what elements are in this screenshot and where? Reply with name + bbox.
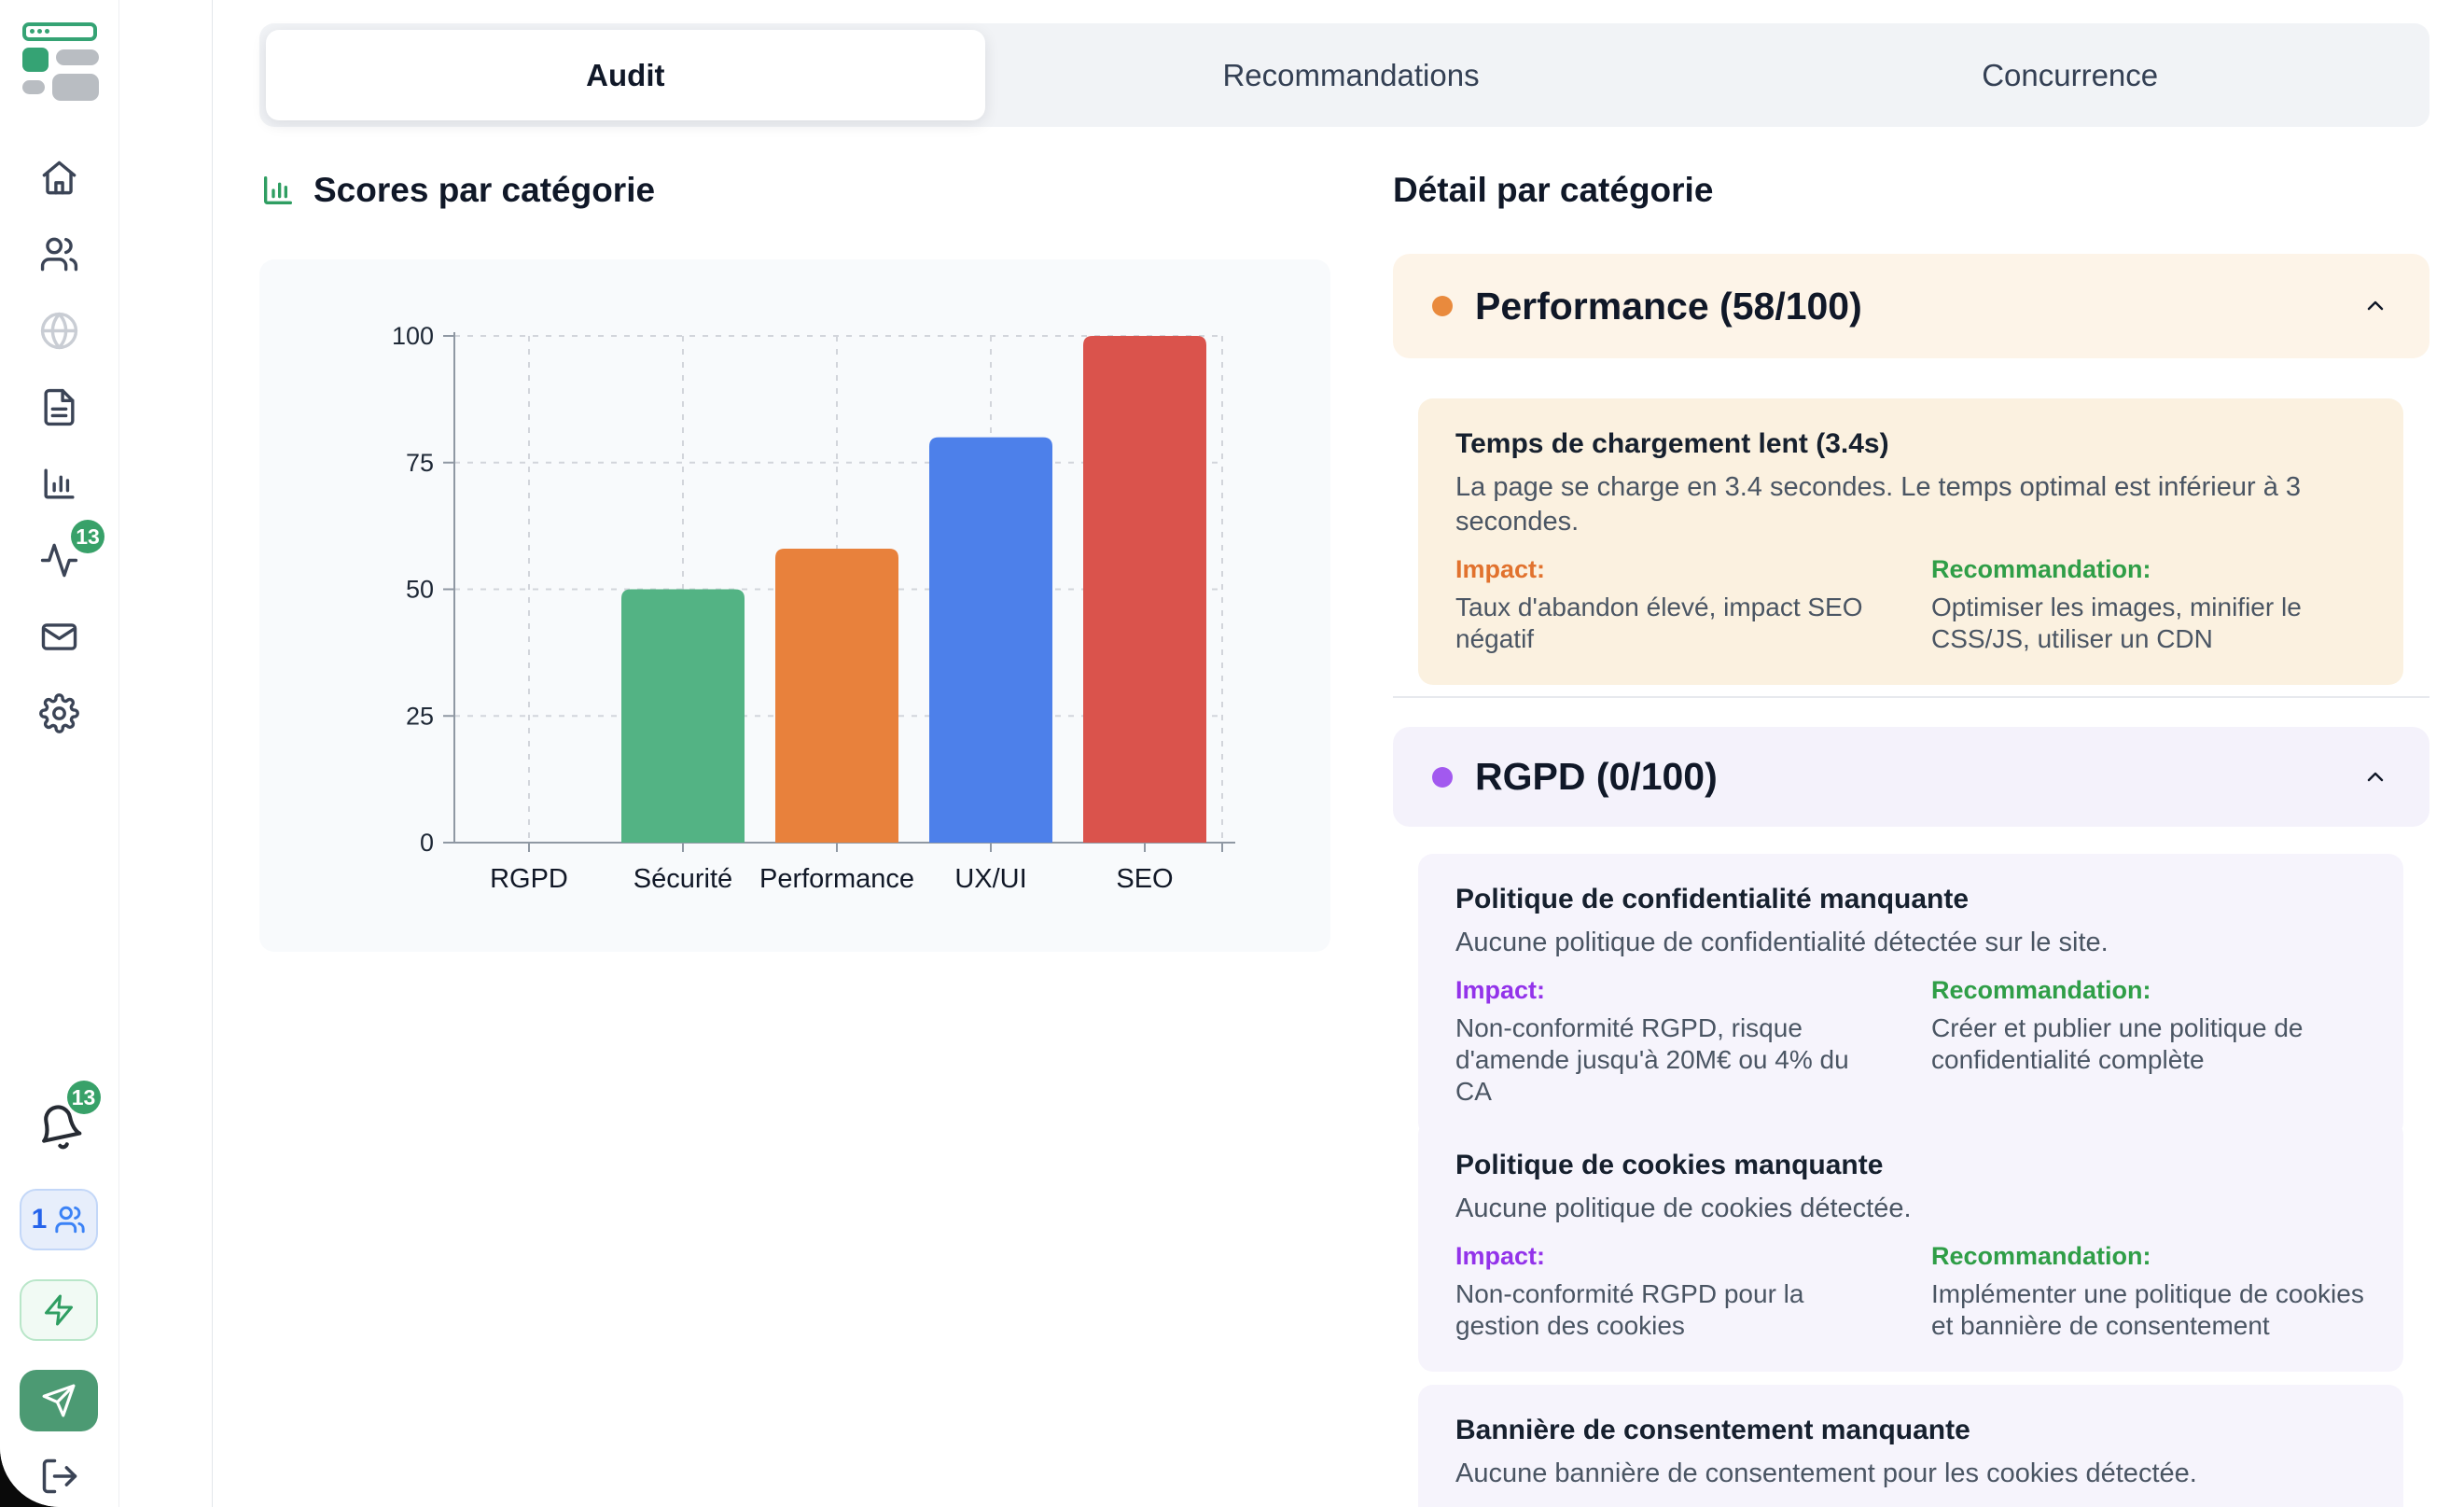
send-button[interactable] <box>20 1370 98 1431</box>
issue-card-consent-banner: Bannière de consentement manquante Aucun… <box>1418 1385 2403 1507</box>
svg-text:Performance: Performance <box>759 864 914 894</box>
performance-dot <box>1432 296 1453 316</box>
logo-green-tile <box>22 48 49 72</box>
issue-description: Aucune politique de confidentialité déte… <box>1455 926 2366 960</box>
rgpd-title: RGPD (0/100) <box>1475 755 2360 799</box>
sidebar-item-home[interactable] <box>39 158 79 198</box>
sidebar: 13 13 1 <box>0 0 213 1507</box>
rgpd-dot <box>1432 767 1453 788</box>
detail-panel: Performance (58/100) Temps de chargement… <box>1393 0 2429 1507</box>
issue-title: Politique de confidentialité manquante <box>1455 882 2366 916</box>
logo-gray-bar <box>56 49 99 65</box>
recommendation-label: Recommandation: <box>1931 1241 2366 1272</box>
sidebar-item-settings[interactable] <box>39 693 79 733</box>
document-icon <box>39 387 79 427</box>
scores-section-title: Scores par catégorie <box>259 171 655 210</box>
impact-text: Non-conformité RGPD, risque d'amende jus… <box>1455 1012 1890 1108</box>
chevron-up-icon <box>2360 291 2390 321</box>
impact-label: Impact: <box>1455 554 1890 585</box>
tab-audit[interactable]: Audit <box>266 30 985 120</box>
scores-title-text: Scores par catégorie <box>313 171 655 210</box>
svg-text:UX/UI: UX/UI <box>954 864 1026 894</box>
logo-dot <box>45 29 49 34</box>
svg-text:0: 0 <box>420 829 434 857</box>
home-icon <box>39 158 79 198</box>
scores-chart-card: 0 25 50 75 100 RGPD Sécurité Performance UX/UI SE… <box>259 259 1330 952</box>
issue-description: Aucune bannière de consentement pour les… <box>1455 1457 2366 1491</box>
issue-title: Temps de chargement lent (3.4s) <box>1455 426 2366 461</box>
accordion-header-performance[interactable]: Performance (58/100) <box>1393 254 2429 358</box>
svg-text:Sécurité: Sécurité <box>633 864 732 894</box>
performance-title: Performance (58/100) <box>1475 285 2360 328</box>
accordion-header-rgpd[interactable]: RGPD (0/100) <box>1393 727 2429 827</box>
chevron-up-icon <box>2360 762 2390 792</box>
sidebar-nav: 13 <box>0 158 118 733</box>
sidebar-item-analytics[interactable] <box>39 464 79 504</box>
recommendation-text: Optimiser les images, minifier le CSS/JS… <box>1931 592 2366 655</box>
issue-title: Politique de cookies manquante <box>1455 1148 2366 1182</box>
sidebar-item-users[interactable] <box>39 234 79 274</box>
issue-description: Aucune politique de cookies détectée. <box>1455 1192 2366 1226</box>
app-logo <box>22 22 97 97</box>
recommendation-text: Implémenter une politique de cookies et … <box>1931 1278 2366 1342</box>
issue-card-cookie-policy: Politique de cookies manquante Aucune po… <box>1418 1120 2403 1372</box>
team-button[interactable]: 1 <box>20 1189 98 1250</box>
section-divider <box>1393 696 2429 698</box>
bar-chart-icon <box>39 464 79 504</box>
logout-button[interactable] <box>39 1456 80 1497</box>
logo-dot <box>30 29 35 34</box>
sidebar-item-activity[interactable]: 13 <box>39 540 79 580</box>
svg-text:50: 50 <box>406 576 434 604</box>
impact-text: Taux d'abandon élevé, impact SEO négatif <box>1455 592 1890 655</box>
svg-text:100: 100 <box>392 322 434 350</box>
logo-dot <box>37 29 42 34</box>
impact-label: Impact: <box>1455 1241 1890 1272</box>
activity-badge: 13 <box>71 520 104 553</box>
recommendation-label: Recommandation: <box>1931 975 2366 1006</box>
svg-text:25: 25 <box>406 702 434 730</box>
issue-card-loading-time: Temps de chargement lent (3.4s) La page … <box>1418 398 2403 685</box>
send-icon <box>41 1383 77 1418</box>
logo-browser-bar <box>22 22 97 41</box>
sidebar-item-documents[interactable] <box>39 387 79 427</box>
svg-text:RGPD: RGPD <box>490 864 568 894</box>
sidebar-item-mail[interactable] <box>39 617 79 657</box>
recommendation-text: Créer et publier une politique de confid… <box>1931 1012 2366 1076</box>
sidebar-item-web[interactable] <box>39 311 79 351</box>
logo-gray-tile <box>52 74 99 101</box>
svg-text:75: 75 <box>406 449 434 477</box>
svg-text:SEO: SEO <box>1116 864 1173 894</box>
issue-card-privacy-policy: Politique de confidentialité manquante A… <box>1418 854 2403 1137</box>
mail-icon <box>39 617 79 657</box>
issue-description: La page se charge en 3.4 secondes. Le te… <box>1455 470 2366 539</box>
team-count: 1 <box>32 1204 48 1235</box>
impact-text: Non-conformité RGPD pour la gestion des … <box>1455 1278 1890 1342</box>
chart-title-icon <box>259 172 297 209</box>
issue-title: Bannière de consentement manquante <box>1455 1413 2366 1447</box>
team-users-icon <box>54 1204 86 1235</box>
main-content: Audit Recommandations Concurrence Scores… <box>213 0 2464 1507</box>
globe-icon <box>39 311 79 351</box>
impact-label: Impact: <box>1455 975 1890 1006</box>
logo-gray-bar <box>22 80 45 94</box>
recommendation-label: Recommandation: <box>1931 554 2366 585</box>
settings-icon <box>39 693 79 733</box>
notifications-button[interactable]: 13 <box>35 1103 84 1151</box>
app-surface: 13 13 1 <box>0 0 2464 1507</box>
logout-icon <box>39 1456 80 1497</box>
quick-audit-button[interactable] <box>20 1279 98 1341</box>
zap-icon <box>42 1293 76 1327</box>
scores-bar-chart: 0 25 50 75 100 RGPD Sécurité Performance UX/UI SE… <box>259 259 1330 952</box>
users-icon <box>39 234 79 274</box>
notifications-badge: 13 <box>67 1081 101 1114</box>
